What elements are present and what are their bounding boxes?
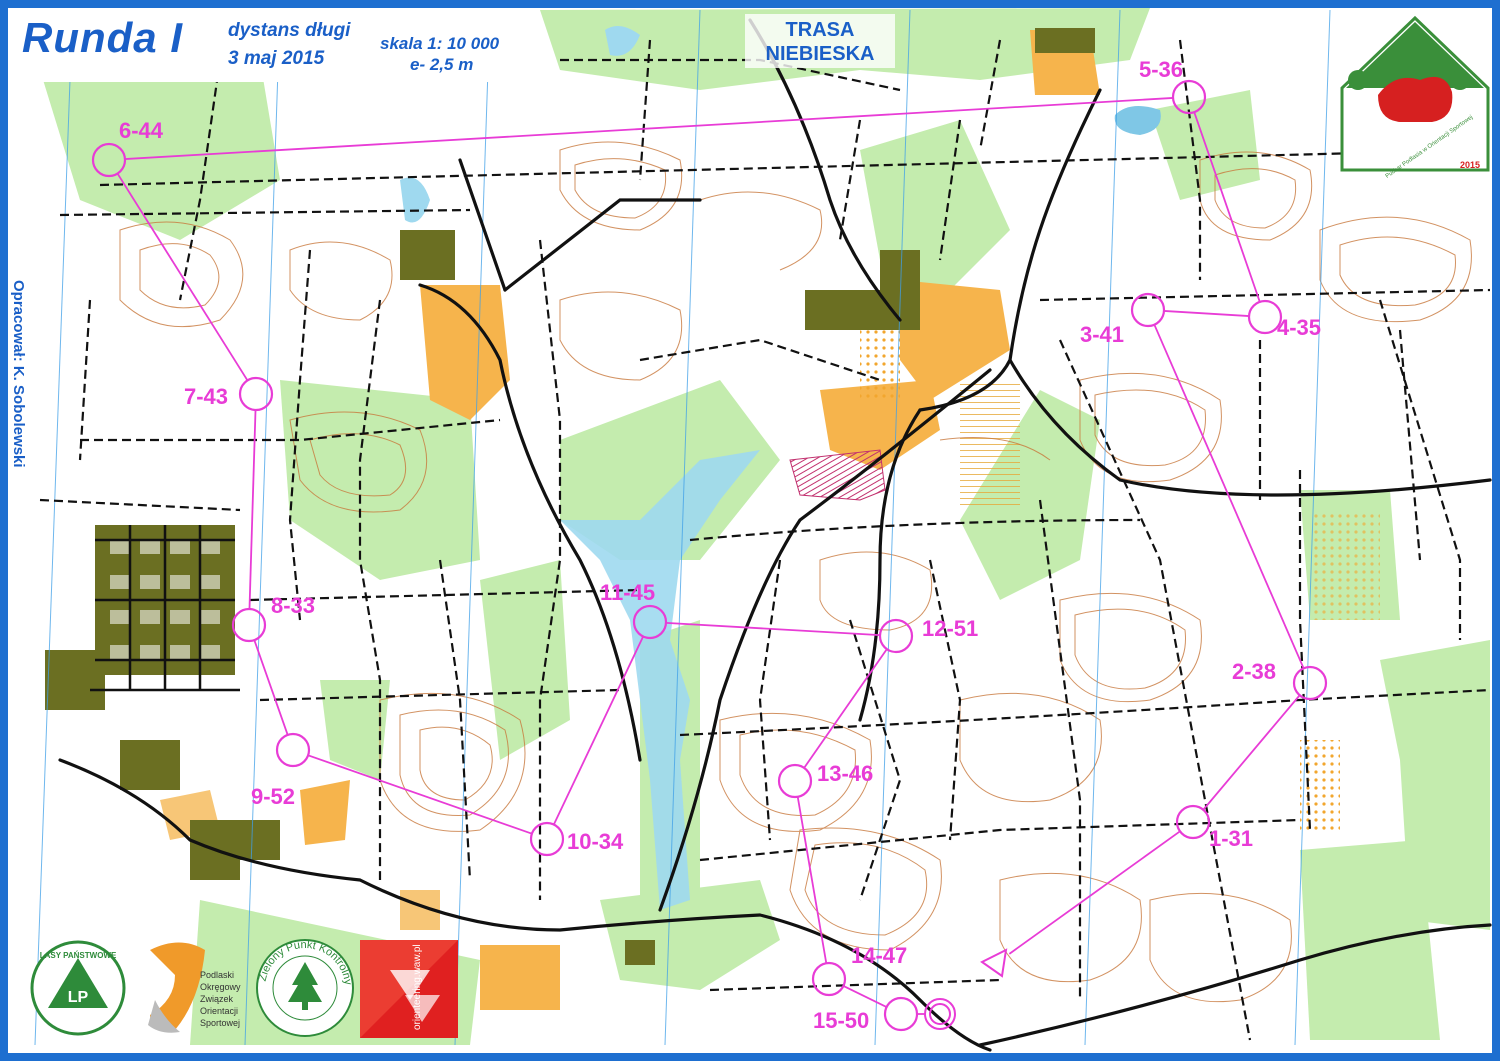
pozos-line-3: Związek	[200, 994, 234, 1004]
pozos-line-1: Podlaski	[200, 970, 234, 980]
course-title-line-1: TRASA	[785, 19, 855, 41]
round-title: Runda I	[22, 14, 183, 61]
control-label: 2-38	[1232, 659, 1276, 684]
orienteering-map: 1-31 2-38 3-41 4-35 5-36 6-44 7-43 8-33 9-52 10-3…	[0, 0, 1500, 1061]
contour-interval: e- 2,5 m	[410, 55, 474, 74]
control-label: 4-35	[1277, 315, 1321, 340]
control-label: 10-34	[567, 829, 624, 854]
control-label: 1-31	[1209, 826, 1253, 851]
control-label: 13-46	[817, 761, 873, 786]
pozos-line-4: Orientacji	[200, 1006, 238, 1016]
control-label: 15-50	[813, 1008, 869, 1033]
control-label: 6-44	[119, 118, 164, 143]
lasy-text: LASY PAŃSTWOWE	[40, 951, 117, 960]
map-author: Opracował: K. Sobolewski	[10, 280, 27, 468]
control-label: 12-51	[922, 616, 978, 641]
control-label: 5-36	[1139, 57, 1183, 82]
orienteering-waw-logo: orienteering.waw.pl	[360, 940, 458, 1038]
pozos-line-5: Sportowej	[200, 1018, 240, 1028]
control-label: 3-41	[1080, 322, 1124, 347]
control-label: 9-52	[251, 784, 295, 809]
event-date: 3 maj 2015	[228, 48, 325, 69]
control-label: 7-43	[184, 384, 228, 409]
control-label: 8-33	[271, 593, 315, 618]
lasy-panstwowe-logo: LP LASY PAŃSTWOWE	[30, 940, 126, 1036]
course-title: TRASA NIEBIESKA	[740, 18, 900, 66]
map-scale: skala 1: 10 000	[380, 34, 500, 53]
puchar-year: 2015	[1460, 160, 1480, 170]
control-label: 11-45	[600, 580, 655, 605]
orient-text: orienteering.waw.pl	[412, 944, 423, 1030]
control-label: 14-47	[851, 943, 907, 968]
lasy-mark: LP	[68, 989, 89, 1006]
course-title-line-2: NIEBIESKA	[765, 43, 875, 65]
pozos-line-2: Okręgowy	[200, 982, 241, 992]
event-type: dystans długi	[228, 20, 351, 41]
zielony-punkt-logo: Zielony Punkt Kontrolny	[256, 939, 354, 1037]
